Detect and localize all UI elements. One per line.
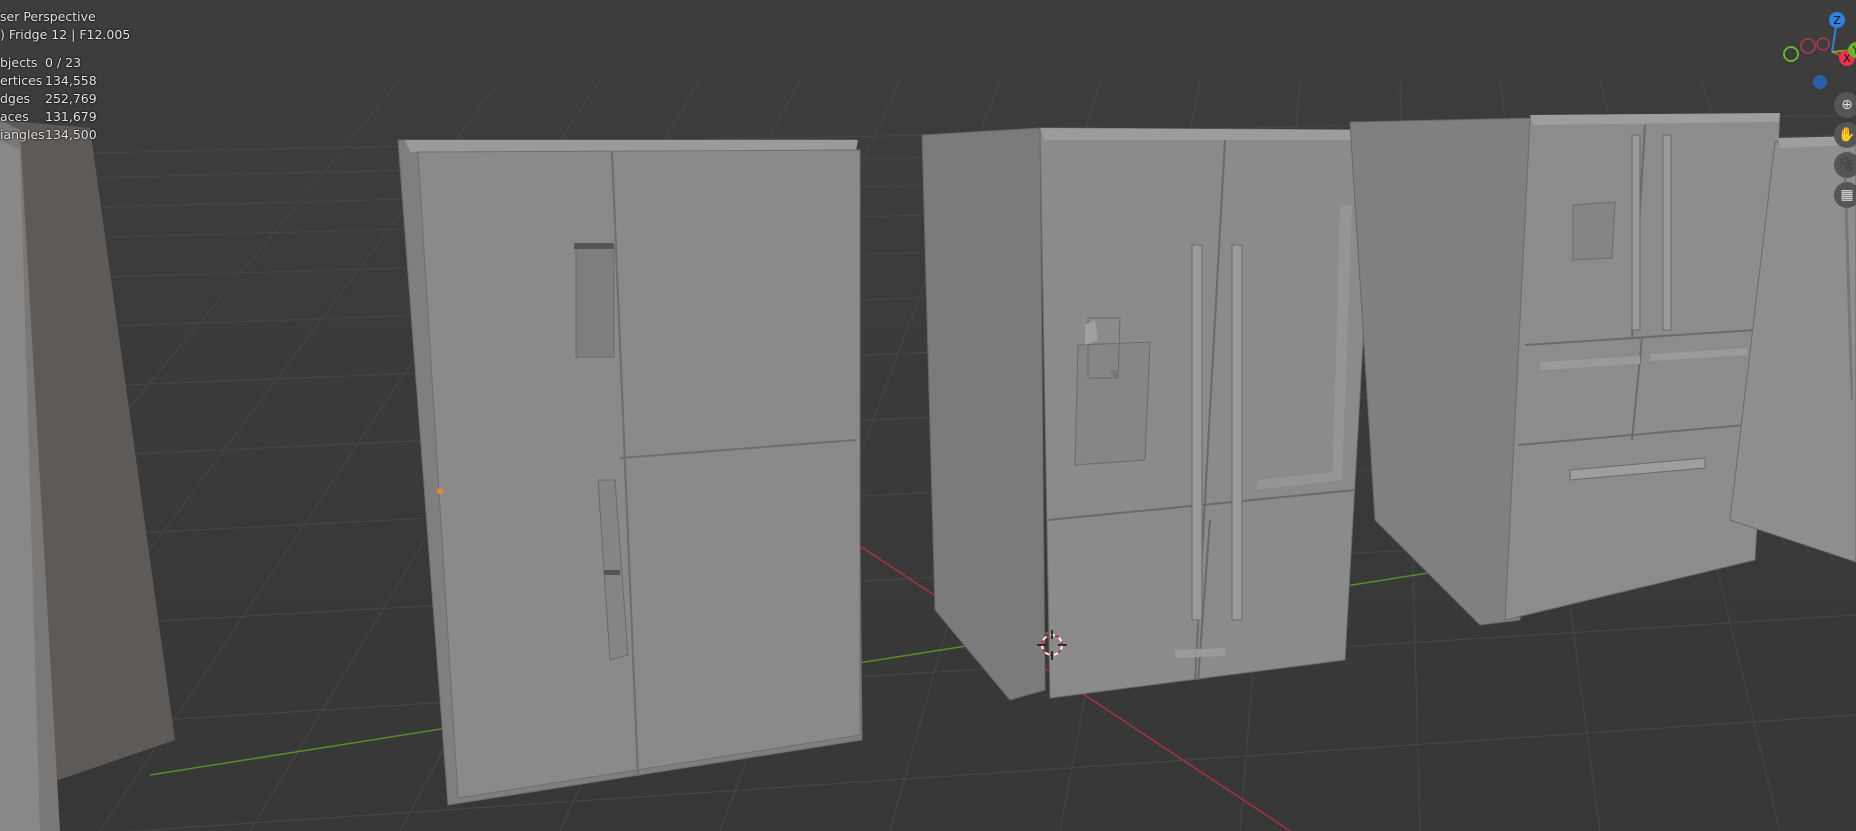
stats-value: 252,769 [45, 91, 97, 106]
stats-table: bjects 0 / 23 ertices 134,558 dges 252,7… [0, 54, 130, 144]
stats-value: 0 / 23 [45, 55, 82, 70]
z-axis-label: Z [1833, 14, 1841, 27]
active-object-name: ) Fridge 12 | F12.005 [0, 27, 131, 42]
fridge-b[interactable] [921, 127, 1376, 701]
stats-label: dges [0, 91, 31, 106]
stats-value: 134,500 [45, 127, 97, 142]
stats-value: 131,679 [45, 109, 97, 124]
neg-x-axis-handle[interactable] [1800, 38, 1816, 54]
grid-view-icon[interactable]: ▦ [1834, 182, 1856, 208]
navigation-gizmo[interactable]: Z X Y [1770, 0, 1856, 100]
fridge-a[interactable] [397, 139, 863, 806]
stats-row-vertices: ertices 134,558 [0, 72, 130, 90]
neg-z-axis-handle[interactable] [1813, 75, 1827, 89]
scene-canvas[interactable] [0, 0, 1856, 831]
y-axis-label: Y [1852, 44, 1856, 57]
stats-label: iangles [0, 127, 45, 142]
fridge-c[interactable] [1349, 113, 1781, 626]
stats-row-faces: aces 131,679 [0, 108, 130, 126]
gizmo-ring [1816, 37, 1830, 51]
viewport-stats-overlay: ser Perspective ) Fridge 12 | F12.005 bj… [0, 8, 130, 144]
stats-value: 134,558 [45, 73, 97, 88]
stats-label: bjects [0, 55, 38, 70]
stats-row-edges: dges 252,769 [0, 90, 130, 108]
view-name: ser Perspective [0, 9, 96, 24]
neg-y-axis-handle[interactable] [1783, 46, 1799, 62]
camera-icon[interactable]: 🎥 [1834, 152, 1856, 178]
pan-hand-icon[interactable]: ✋ [1834, 122, 1856, 148]
viewport-navigation-tools: ⊕ ✋ 🎥 ▦ [1834, 92, 1856, 212]
stats-label: ertices [0, 73, 43, 88]
origin-point [437, 488, 443, 494]
stats-row-triangles: iangles 134,500 [0, 126, 130, 144]
3d-viewport[interactable]: ser Perspective ) Fridge 12 | F12.005 bj… [0, 0, 1856, 831]
stats-label: aces [0, 109, 29, 124]
zoom-icon[interactable]: ⊕ [1834, 92, 1856, 118]
stats-row-objects: bjects 0 / 23 [0, 54, 130, 72]
